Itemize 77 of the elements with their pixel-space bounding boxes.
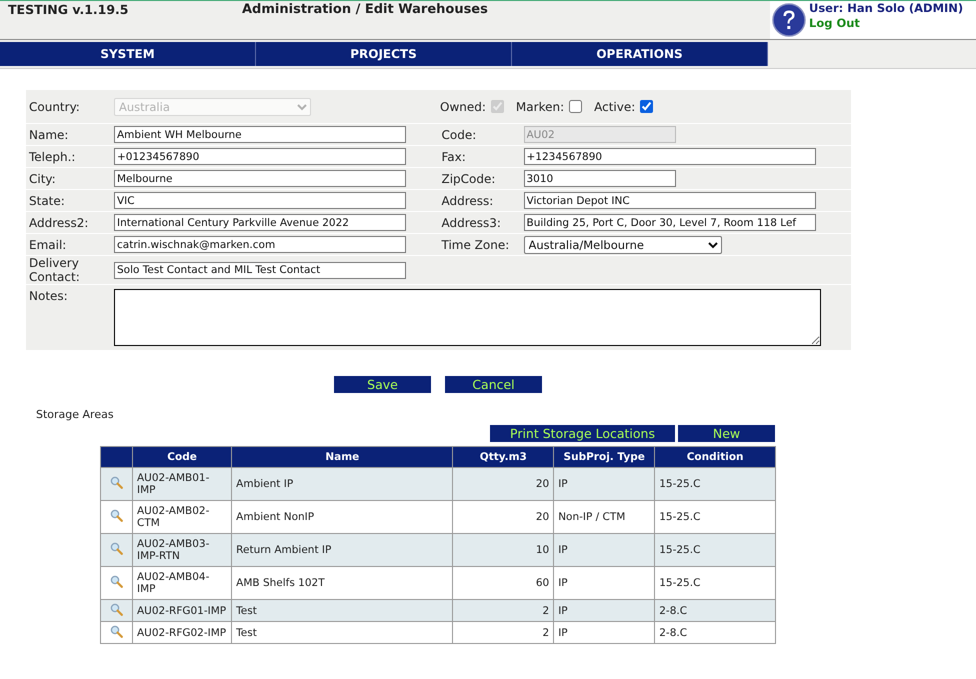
field-label: Time Zone: xyxy=(440,238,510,252)
table-cell: 2-8.C xyxy=(654,622,776,644)
table-cell: IP xyxy=(554,534,655,566)
nav-tab[interactable]: OPERATIONS xyxy=(512,42,768,66)
help-icon[interactable] xyxy=(772,3,806,37)
input-field[interactable]: catrin.wischnak@marken.com xyxy=(114,236,406,253)
table-cell: Ambient IP xyxy=(232,468,453,500)
timezone-select[interactable]: Australia/Melbourne xyxy=(524,236,722,254)
table-cell: Test xyxy=(232,600,453,622)
input-field[interactable]: Victorian Depot INC xyxy=(524,192,816,209)
column-header: SubProj. Type xyxy=(554,446,655,468)
field-label: Notes: xyxy=(28,289,69,303)
field-label: Country: xyxy=(28,100,81,114)
field-label: Fax: xyxy=(440,150,467,164)
field-label: ZipCode: xyxy=(440,172,496,186)
magnifier-icon[interactable] xyxy=(110,575,123,588)
table-cell: AU02-AMB01-IMP xyxy=(132,468,232,500)
input-field[interactable]: International Century Parkville Avenue 2022 xyxy=(114,214,406,231)
input-field[interactable]: +1234567890 xyxy=(524,148,816,165)
table-cell: IP xyxy=(554,468,655,500)
nav-tab[interactable]: SYSTEM xyxy=(0,42,256,66)
user-name: User: Han Solo (ADMIN) xyxy=(809,1,964,16)
input-field[interactable]: Ambient WH Melbourne xyxy=(114,126,406,143)
table-cell: 15-25.C xyxy=(654,468,776,500)
magnifier-icon[interactable] xyxy=(110,476,123,489)
table-cell: 10 xyxy=(452,534,554,566)
checkbox-label: Owned: xyxy=(440,100,486,114)
field-label: State: xyxy=(28,194,66,208)
column-header: Condition xyxy=(654,446,776,468)
table-cell: 2 xyxy=(452,600,554,622)
checkbox-label: Marken: xyxy=(516,100,564,114)
app-version: TESTING v.1.19.5 xyxy=(8,2,130,17)
field-label: Address: xyxy=(440,194,494,208)
action-button[interactable]: Print Storage Locations xyxy=(490,425,675,442)
table-cell: AU02-RFG02-IMP xyxy=(132,622,232,644)
field-label: Delivery Contact: xyxy=(28,256,81,284)
checkbox[interactable] xyxy=(640,100,654,113)
field-label: Code: xyxy=(440,128,478,142)
field-label: Address3: xyxy=(440,216,502,230)
form-button[interactable]: Save xyxy=(334,376,431,393)
checkbox-label: Active: xyxy=(594,100,636,114)
field-label: City: xyxy=(28,172,57,186)
table-cell: IP xyxy=(554,622,655,644)
magnifier-icon[interactable] xyxy=(110,509,123,522)
table-cell: 2 xyxy=(452,622,554,644)
table-cell: AU02-AMB03-IMP-RTN xyxy=(132,534,232,566)
table-cell: 20 xyxy=(452,468,554,500)
action-button[interactable]: New xyxy=(678,425,775,442)
table-cell: 2-8.C xyxy=(654,600,776,622)
field-label: Name: xyxy=(28,128,70,142)
field-label: Address2: xyxy=(28,216,90,230)
magnifier-icon[interactable] xyxy=(110,542,123,555)
table-cell: 15-25.C xyxy=(654,534,776,566)
input-field[interactable]: Building 25, Port C, Door 30, Level 7, Room 118 Lef xyxy=(524,214,816,231)
input-field[interactable]: Solo Test Contact and MIL Test Contact xyxy=(114,262,406,278)
field-label: Email: xyxy=(28,238,68,252)
table-cell: Test xyxy=(232,622,453,644)
input-field[interactable]: Melbourne xyxy=(114,170,406,187)
magnifier-icon[interactable] xyxy=(110,624,123,638)
column-header: Qtty.m3 xyxy=(452,446,554,468)
magnifier-icon[interactable] xyxy=(110,602,123,616)
notes-field[interactable] xyxy=(114,289,821,346)
input-field[interactable]: VIC xyxy=(114,192,406,209)
table-cell: IP xyxy=(554,600,655,622)
nav-tab[interactable]: PROJECTS xyxy=(256,42,512,66)
field-label: Teleph.: xyxy=(28,150,76,164)
logout-link[interactable]: Log Out xyxy=(809,16,964,31)
table-cell: AU02-RFG01-IMP xyxy=(132,600,232,622)
checkbox[interactable] xyxy=(569,100,582,113)
page-title: Administration / Edit Warehouses xyxy=(242,2,488,17)
column-header: Code xyxy=(132,446,232,468)
section-title: Storage Areas xyxy=(36,408,115,421)
form-button[interactable]: Cancel xyxy=(445,376,542,393)
column-header: Name xyxy=(232,446,453,468)
input-field[interactable]: 3010 xyxy=(524,170,676,187)
input-field[interactable]: +01234567890 xyxy=(114,148,406,165)
table-cell: Return Ambient IP xyxy=(232,534,453,566)
